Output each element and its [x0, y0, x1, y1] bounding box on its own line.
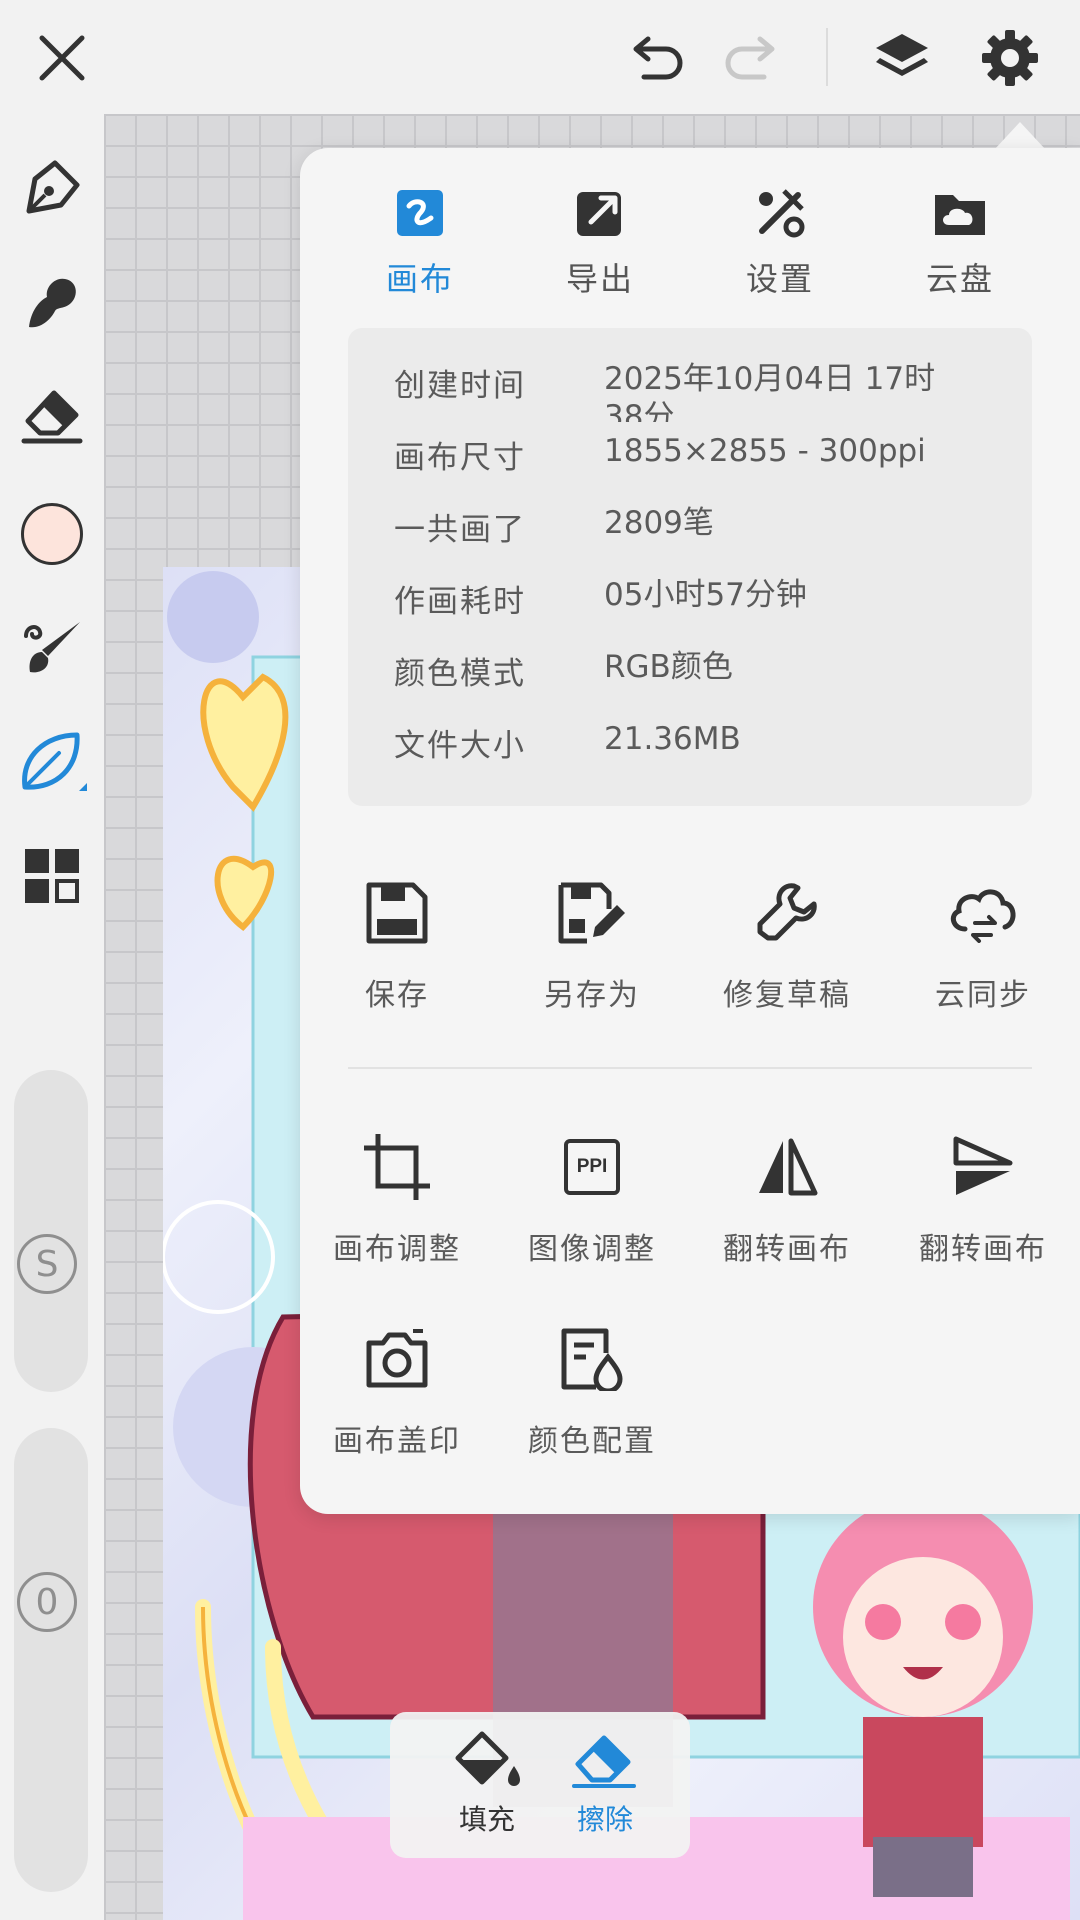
ppi-icon: PPI [497, 1122, 687, 1212]
info-value: 05小时57分钟 [604, 577, 807, 613]
info-key: 文件大小 [394, 728, 526, 764]
info-value: 2809笔 [604, 505, 714, 541]
opacity-slider[interactable]: 0 [14, 1428, 88, 1892]
repair-draft-button[interactable]: 修复草稿 [692, 868, 882, 1028]
action-label: 云同步 [935, 978, 1031, 1013]
smudge-icon[interactable] [12, 262, 92, 342]
canvas-icon [345, 178, 495, 248]
close-icon[interactable] [24, 20, 100, 96]
crop-icon [302, 1122, 492, 1212]
fill-erase-bar: 填充 擦除 [390, 1712, 690, 1858]
erase-icon [572, 1735, 636, 1788]
color-profile-button[interactable]: 颜色配置 [497, 1314, 687, 1474]
erase-label: 擦除 [576, 1803, 633, 1836]
flip-horizontal-button[interactable]: 翻转画布 [692, 1122, 882, 1282]
save-icon [302, 868, 492, 958]
redo-icon[interactable] [714, 20, 790, 96]
cloud-sync-button[interactable]: 云同步 [888, 868, 1078, 1028]
action-label: 画布调整 [333, 1232, 461, 1267]
tab-export[interactable]: 导出 [525, 178, 675, 308]
toolbar-divider [826, 28, 828, 86]
action-label: 颜色配置 [528, 1424, 656, 1459]
info-key: 一共画了 [394, 512, 526, 548]
canvas-adjust-button[interactable]: 画布调整 [302, 1122, 492, 1282]
tab-cloud[interactable]: 云盘 [885, 178, 1035, 308]
settings-tools-icon [705, 178, 855, 248]
save-as-icon [497, 868, 687, 958]
erase-button[interactable]: 擦除 [550, 1730, 660, 1838]
gear-icon[interactable] [972, 20, 1048, 96]
canvas-menu-popup: 画布 导出 设置 云盘 创建时间 2025年10月04日 17时38分 画布尺寸… [300, 148, 1080, 1514]
tab-settings[interactable]: 设置 [705, 178, 855, 308]
info-key: 画布尺寸 [394, 440, 526, 476]
save-button[interactable]: 保存 [302, 868, 492, 1028]
canvas-info-panel: 创建时间 2025年10月04日 17时38分 画布尺寸 1855×2855 -… [348, 328, 1032, 806]
flip-vertical-icon [888, 1122, 1078, 1212]
layers-icon[interactable] [864, 20, 940, 96]
cloud-folder-icon [885, 178, 1035, 248]
info-row-file-size: 文件大小 21.36MB [394, 708, 994, 768]
grid-icon[interactable] [12, 836, 92, 916]
export-icon [525, 178, 675, 248]
action-label: 翻转画布 [723, 1232, 851, 1267]
flip-horizontal-icon [692, 1122, 882, 1212]
tab-label: 设置 [745, 260, 814, 298]
fill-bucket-icon [455, 1731, 520, 1786]
info-value: RGB颜色 [604, 649, 733, 685]
eraser-icon[interactable] [12, 376, 92, 456]
undo-icon[interactable] [618, 20, 694, 96]
tab-label: 导出 [565, 260, 634, 298]
size-slider[interactable]: S [14, 1070, 88, 1392]
top-bar [0, 0, 1080, 114]
popup-pointer [994, 122, 1046, 150]
info-row-time: 作画耗时 05小时57分钟 [394, 564, 994, 624]
action-label: 修复草稿 [723, 978, 851, 1013]
pen-icon[interactable] [12, 148, 92, 228]
color-swatch[interactable] [12, 494, 92, 574]
tab-canvas[interactable]: 画布 [345, 178, 495, 308]
info-row-color-mode: 颜色模式 RGB颜色 [394, 636, 994, 696]
fill-label: 填充 [458, 1803, 515, 1836]
action-label: 翻转画布 [919, 1232, 1047, 1267]
section-divider [348, 1067, 1032, 1069]
tab-label: 画布 [385, 260, 454, 298]
cloud-sync-icon [888, 868, 1078, 958]
action-label: 图像调整 [528, 1232, 656, 1267]
current-color [21, 503, 83, 565]
action-label: 保存 [365, 978, 429, 1013]
wrench-icon [692, 868, 882, 958]
info-row-size: 画布尺寸 1855×2855 - 300ppi [394, 420, 994, 480]
info-value: 1855×2855 - 300ppi [604, 433, 926, 469]
save-as-button[interactable]: 另存为 [497, 868, 687, 1028]
fill-button[interactable]: 填充 [432, 1730, 542, 1838]
left-toolbar: S 0 [0, 114, 104, 1920]
info-key: 作画耗时 [394, 584, 526, 620]
info-row-strokes: 一共画了 2809笔 [394, 492, 994, 552]
size-marker: S [17, 1234, 77, 1294]
leaf-icon[interactable] [12, 722, 92, 802]
brush-settings-icon[interactable] [12, 608, 92, 688]
canvas-stamp-button[interactable]: 画布盖印 [302, 1314, 492, 1474]
tab-label: 云盘 [925, 260, 994, 298]
action-label: 画布盖印 [333, 1424, 461, 1459]
action-label: 另存为 [544, 978, 640, 1013]
image-adjust-button[interactable]: PPI 图像调整 [497, 1122, 687, 1282]
info-value: 2025年10月04日 17时38分 [604, 361, 936, 422]
camera-icon [302, 1314, 492, 1404]
ppi-icon-text: PPI [564, 1139, 620, 1195]
info-key: 创建时间 [394, 368, 526, 404]
opacity-marker: 0 [17, 1572, 77, 1632]
flip-vertical-button[interactable]: 翻转画布 [888, 1122, 1078, 1282]
color-profile-icon [497, 1314, 687, 1404]
info-key: 颜色模式 [394, 656, 526, 692]
info-value: 21.36MB [604, 721, 741, 757]
info-row-created: 创建时间 2025年10月04日 17时38分 [394, 348, 994, 422]
